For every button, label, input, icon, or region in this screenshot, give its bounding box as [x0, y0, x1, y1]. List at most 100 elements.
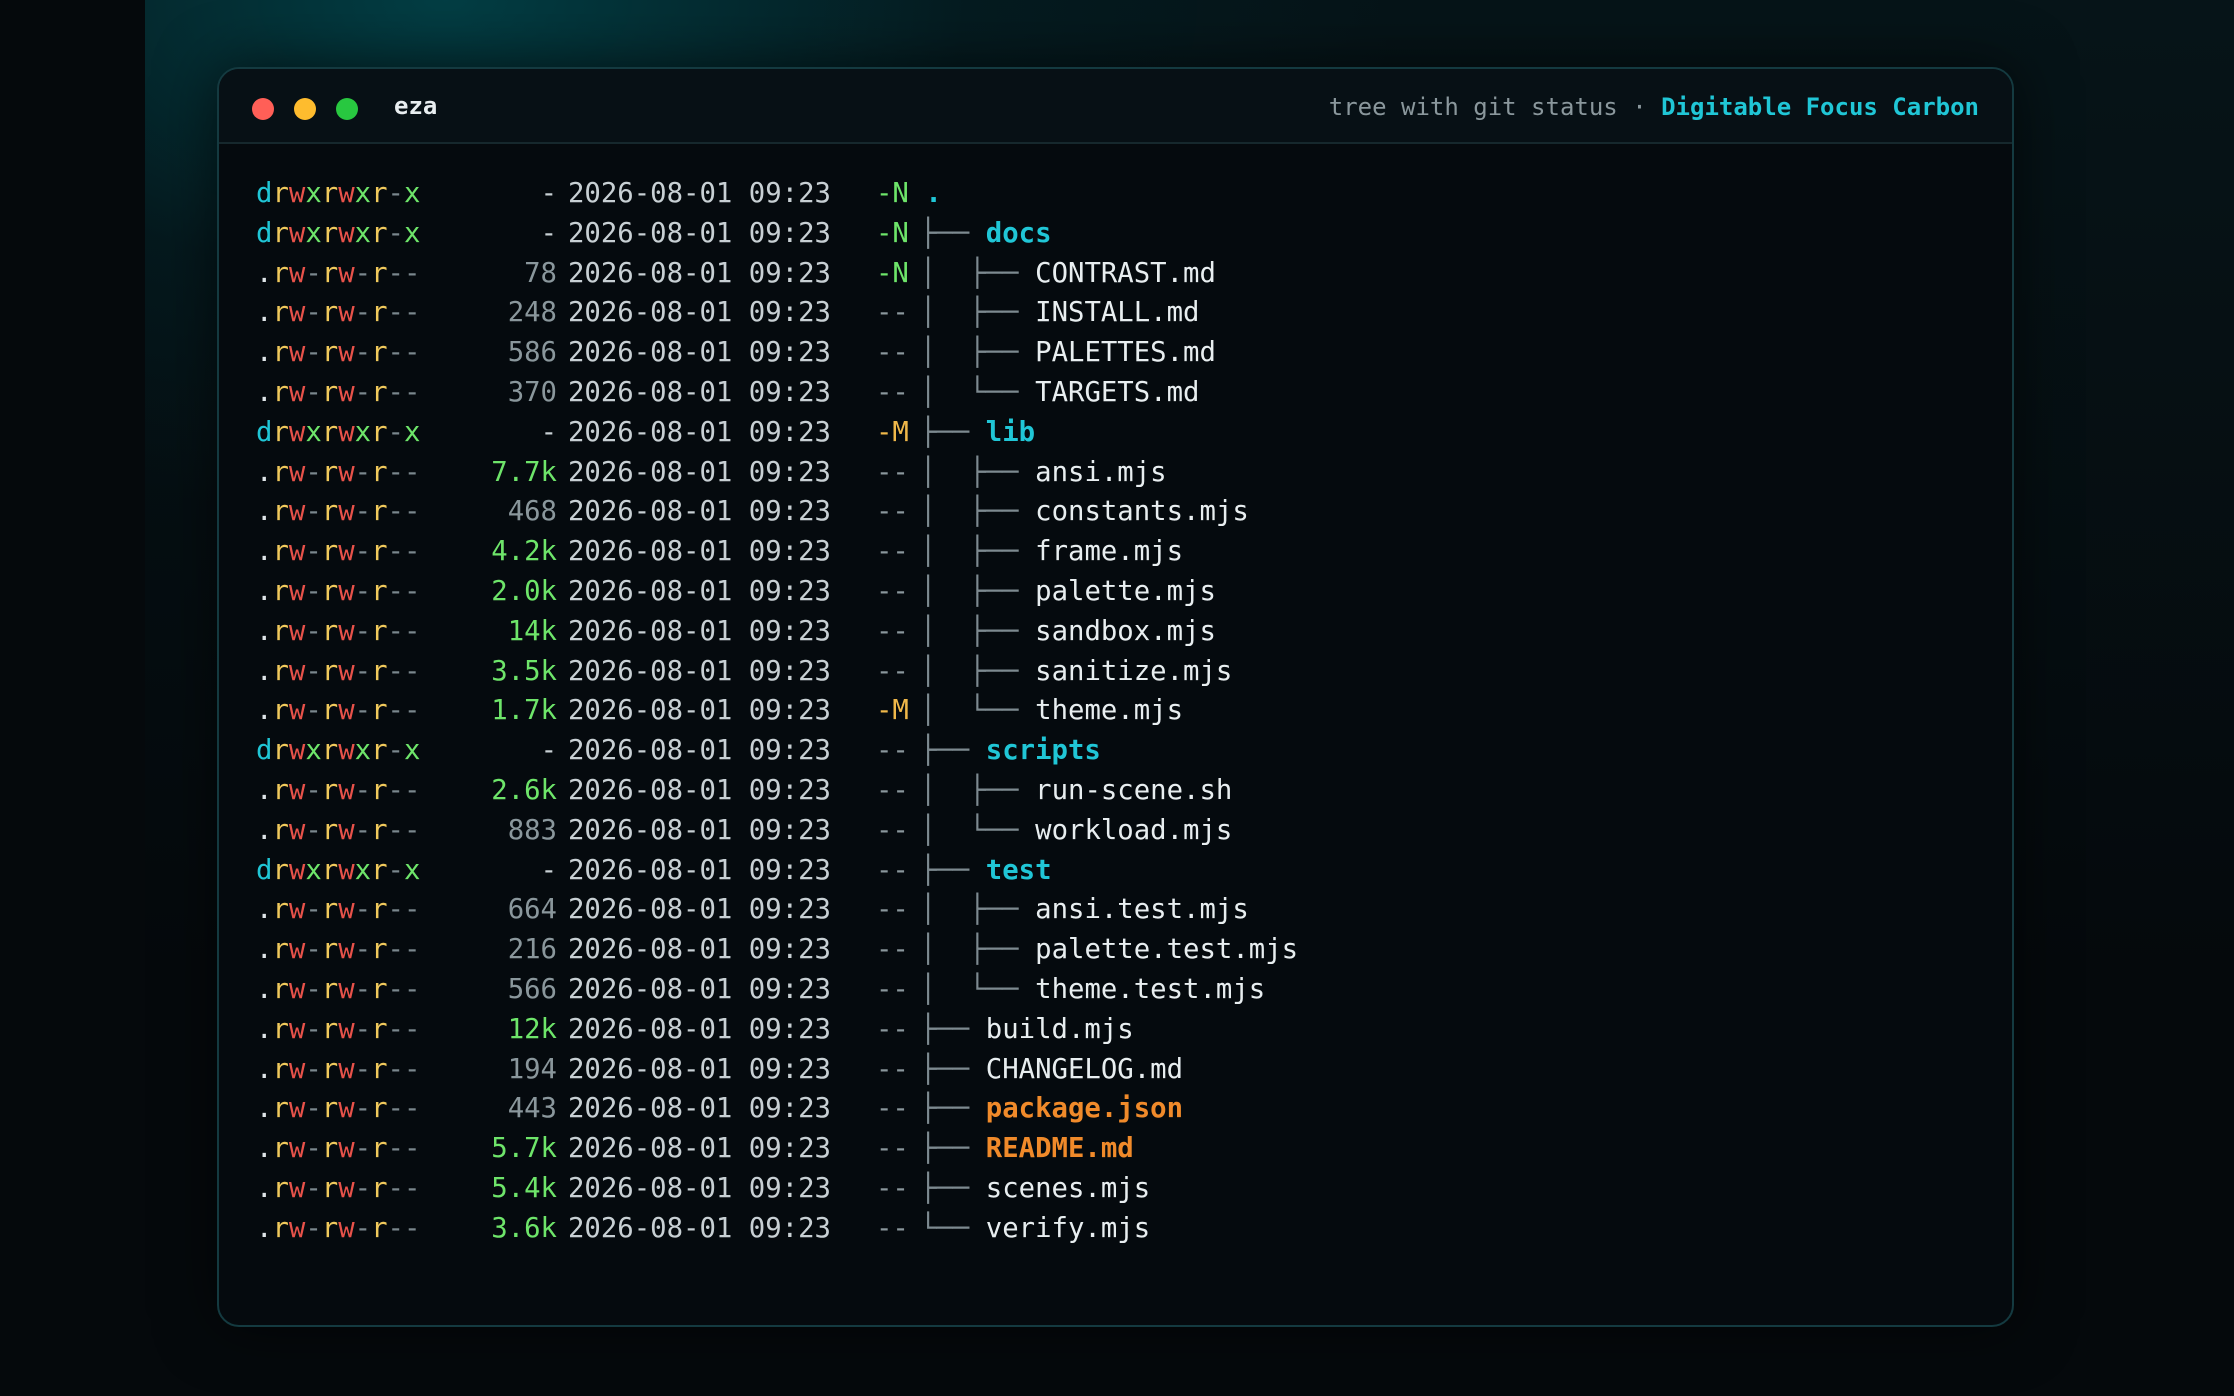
permissions: .rw-rw-r--	[256, 894, 421, 926]
file-name[interactable]: frame.mjs	[1035, 532, 1183, 572]
file-name[interactable]: TARGETS.md	[1035, 373, 1199, 413]
file-size: 586	[507, 337, 557, 369]
file-name[interactable]: sandbox.mjs	[1035, 612, 1216, 652]
modified-date: 2026-08-01 09:23	[568, 774, 831, 806]
permissions: .rw-rw-r--	[256, 814, 421, 846]
git-status: --	[876, 496, 909, 528]
maximize-window-button[interactable]	[336, 98, 358, 120]
git-status: --	[876, 536, 909, 568]
git-status: --	[876, 854, 909, 886]
file-size: 370	[507, 376, 557, 408]
permissions: .rw-rw-r--	[256, 1053, 421, 1085]
file-size: 216	[507, 934, 557, 966]
tree-branch: │ ├──	[920, 456, 1019, 488]
directory-name[interactable]: docs	[986, 214, 1052, 254]
file-name[interactable]: palette.test.mjs	[1035, 930, 1298, 970]
file-name[interactable]: palette.mjs	[1035, 572, 1216, 612]
permissions: drwxrwxr-x	[256, 178, 421, 209]
file-name[interactable]: sanitize.mjs	[1035, 652, 1232, 692]
file-name[interactable]: ansi.mjs	[1035, 453, 1166, 493]
file-size: 883	[507, 814, 557, 846]
tree-branch: │ └──	[920, 814, 1019, 846]
tree-branch: │ ├──	[920, 257, 1019, 289]
permissions: .rw-rw-r--	[256, 1133, 421, 1165]
modified-date: 2026-08-01 09:23	[568, 695, 831, 727]
tree-branch: ├──	[920, 1053, 970, 1085]
file-size: 78	[524, 257, 557, 289]
permissions: drwxrwxr-x	[256, 416, 421, 448]
modified-date: 2026-08-01 09:23	[568, 376, 831, 408]
modified-date: 2026-08-01 09:23	[568, 456, 831, 488]
file-name[interactable]: theme.test.mjs	[1035, 970, 1265, 1010]
git-status: -M	[876, 416, 909, 448]
minimize-window-button[interactable]	[294, 98, 316, 120]
file-name[interactable]: PALETTES.md	[1035, 333, 1216, 373]
file-name[interactable]: theme.mjs	[1035, 691, 1183, 731]
git-status: --	[876, 615, 909, 647]
file-name[interactable]: run-scene.sh	[1035, 771, 1232, 811]
directory-name[interactable]: lib	[986, 413, 1035, 453]
file-name[interactable]: INSTALL.md	[1035, 293, 1199, 333]
modified-date: 2026-08-01 09:23	[568, 1133, 831, 1165]
modified-date: 2026-08-01 09:23	[568, 1093, 831, 1125]
permissions: .rw-rw-r--	[256, 1013, 421, 1045]
file-size: 5.7k	[491, 1133, 557, 1165]
file-name[interactable]: verify.mjs	[986, 1209, 1150, 1249]
permissions: .rw-rw-r--	[256, 297, 421, 329]
file-name[interactable]: scenes.mjs	[986, 1169, 1150, 1209]
permissions: .rw-rw-r--	[256, 973, 421, 1005]
close-window-button[interactable]	[252, 98, 274, 120]
file-name[interactable]: constants.mjs	[1035, 492, 1249, 532]
permissions: .rw-rw-r--	[256, 575, 421, 607]
file-name[interactable]: ansi.test.mjs	[1035, 890, 1249, 930]
modified-date: 2026-08-01 09:23	[568, 257, 831, 289]
file-size: 248	[507, 297, 557, 329]
file-name[interactable]: CONTRAST.md	[1035, 254, 1216, 294]
file-name[interactable]: package.json	[986, 1089, 1183, 1129]
window-subtitle: tree with git status · Digitable Focus C…	[1329, 92, 1979, 122]
permissions: .rw-rw-r--	[256, 1172, 421, 1204]
permissions: drwxrwxr-x	[256, 854, 421, 886]
tree-branch: ├──	[920, 854, 970, 886]
git-status: --	[876, 1172, 909, 1204]
file-name[interactable]: CHANGELOG.md	[986, 1050, 1183, 1090]
git-status: -N	[876, 257, 909, 289]
file-name[interactable]: build.mjs	[986, 1010, 1134, 1050]
tree-branch: │ ├──	[920, 575, 1019, 607]
git-status: --	[876, 655, 909, 687]
file-size: -	[540, 854, 557, 886]
file-size: 2.6k	[491, 774, 557, 806]
git-status: --	[876, 337, 909, 369]
file-size: 566	[507, 973, 557, 1005]
file-size: 3.5k	[491, 655, 557, 687]
tree-branch: ├──	[920, 735, 970, 767]
git-status: --	[876, 1093, 909, 1125]
permissions: drwxrwxr-x	[256, 217, 421, 249]
title-bar: eza tree with git status · Digitable Foc…	[219, 69, 2012, 144]
file-name[interactable]: workload.mjs	[1035, 811, 1232, 851]
permissions: .rw-rw-r--	[256, 695, 421, 727]
modified-date: 2026-08-01 09:23	[568, 934, 831, 966]
file-size: 1.7k	[491, 695, 557, 727]
tree-branch: │ ├──	[920, 655, 1019, 687]
git-status: --	[876, 376, 909, 408]
file-name[interactable]: README.md	[986, 1129, 1134, 1169]
directory-name[interactable]: scripts	[986, 731, 1101, 771]
permissions: .rw-rw-r--	[256, 456, 421, 488]
permissions: .rw-rw-r--	[256, 536, 421, 568]
permissions: .rw-rw-r--	[256, 615, 421, 647]
directory-name[interactable]: .	[925, 174, 941, 214]
tree-branch: │ ├──	[920, 894, 1019, 926]
tree-branch: │ └──	[920, 695, 1019, 727]
git-status: --	[876, 297, 909, 329]
directory-name[interactable]: test	[986, 851, 1052, 891]
permissions: .rw-rw-r--	[256, 1093, 421, 1125]
modified-date: 2026-08-01 09:23	[568, 1013, 831, 1045]
git-status: -M	[876, 695, 909, 727]
tree-branch: │ ├──	[920, 934, 1019, 966]
file-size: 443	[507, 1093, 557, 1125]
modified-date: 2026-08-01 09:23	[568, 814, 831, 846]
file-size: 2.0k	[491, 575, 557, 607]
tree-branch: │ └──	[920, 376, 1019, 408]
git-status: --	[876, 814, 909, 846]
